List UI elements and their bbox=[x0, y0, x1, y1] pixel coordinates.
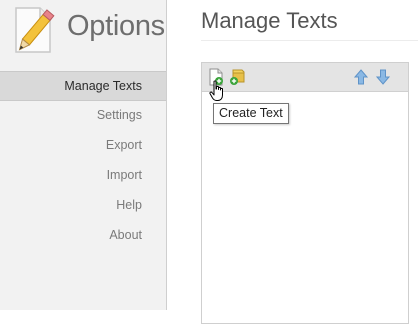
pencil-document-icon bbox=[15, 7, 55, 53]
create-folder-button[interactable] bbox=[229, 68, 247, 86]
app-title: Options bbox=[67, 10, 165, 42]
toolbar bbox=[202, 63, 408, 92]
sidebar: Options Manage Texts Settings Export Imp… bbox=[0, 0, 167, 310]
arrow-down-icon bbox=[375, 69, 391, 85]
sidebar-item-about[interactable]: About bbox=[0, 221, 166, 251]
sidebar-item-import[interactable]: Import bbox=[0, 161, 166, 191]
new-folder-plus-icon bbox=[230, 69, 245, 85]
sidebar-item-manage-texts[interactable]: Manage Texts bbox=[0, 71, 166, 101]
hand-cursor-icon bbox=[209, 80, 223, 101]
sidebar-item-export[interactable]: Export bbox=[0, 131, 166, 161]
texts-panel bbox=[201, 62, 409, 324]
sidebar-nav: Manage Texts Settings Export Import Help… bbox=[0, 71, 166, 251]
page-title: Manage Texts bbox=[201, 8, 338, 33]
sidebar-item-settings[interactable]: Settings bbox=[0, 101, 166, 131]
move-up-button[interactable] bbox=[352, 68, 370, 86]
move-down-button[interactable] bbox=[374, 68, 392, 86]
sidebar-item-help[interactable]: Help bbox=[0, 191, 166, 221]
title-divider bbox=[201, 40, 418, 41]
arrow-up-icon bbox=[353, 69, 369, 85]
tooltip: Create Text bbox=[213, 103, 289, 124]
